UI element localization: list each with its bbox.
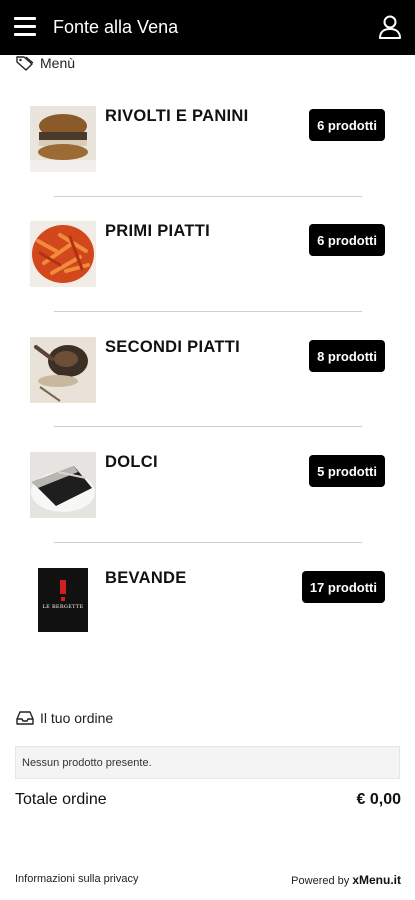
category-count-badge[interactable]: 6 prodotti — [309, 109, 385, 141]
privacy-link[interactable]: Informazioni sulla privacy — [15, 873, 139, 887]
category-row-bevande[interactable]: LE BERGETTE BEVANDE 17 prodotti — [0, 568, 415, 683]
category-row-secondi-piatti[interactable]: SECONDI PIATTI 8 prodotti — [0, 337, 415, 452]
menu-section-header: Menù — [15, 55, 75, 71]
cake-photo — [30, 452, 96, 518]
category-name: SECONDI PIATTI — [105, 338, 240, 356]
category-name: PRIMI PIATTI — [105, 222, 211, 240]
inbox-icon — [16, 711, 34, 725]
roast-meat-photo — [30, 337, 96, 403]
category-row-dolci[interactable]: DOLCI 5 prodotti — [0, 452, 415, 567]
app-title: Fonte alla Vena — [53, 17, 179, 37]
category-row-rivolti-e-panini[interactable]: RIVOLTI E PANINI 6 prodotti — [0, 106, 415, 221]
divider — [54, 426, 362, 427]
wine-label-text: LE BERGETTE — [42, 604, 84, 610]
order-total-row: Totale ordine € 0,00 — [15, 791, 401, 809]
powered-by-label: Powered by — [291, 875, 350, 887]
category-name: DOLCI — [105, 453, 158, 471]
order-empty-message: Nessun prodotto presente. — [15, 746, 400, 779]
category-name: RIVOLTI E PANINI — [105, 107, 249, 125]
divider — [54, 311, 362, 312]
order-total-value: € 0,00 — [356, 791, 401, 808]
divider — [54, 542, 362, 543]
category-name: BEVANDE — [105, 569, 187, 587]
category-count-badge[interactable]: 8 prodotti — [309, 340, 385, 372]
burger-photo — [30, 106, 96, 172]
top-bar: Fonte alla Vena — [0, 0, 415, 55]
powered-by: Powered by xMenu.it — [291, 873, 401, 887]
order-total-label: Totale ordine — [15, 791, 107, 808]
category-count-badge[interactable]: 17 prodotti — [301, 571, 385, 603]
pasta-photo — [30, 221, 96, 287]
category-count-badge[interactable]: 6 prodotti — [309, 224, 385, 256]
divider — [54, 196, 362, 197]
tag-icon — [16, 56, 34, 71]
hamburger-icon[interactable] — [14, 17, 36, 37]
order-section-label: Il tuo ordine — [40, 710, 114, 726]
category-count-badge[interactable]: 5 prodotti — [309, 455, 385, 487]
footer: Informazioni sulla privacy Powered by xM… — [15, 873, 401, 887]
wine-label-photo: LE BERGETTE — [30, 568, 96, 634]
order-section-header: Il tuo ordine — [15, 710, 113, 726]
category-row-primi-piatti[interactable]: PRIMI PIATTI 6 prodotti — [0, 221, 415, 336]
menu-section-label: Menù — [40, 55, 76, 71]
powered-by-brand-link[interactable]: xMenu.it — [352, 873, 401, 887]
user-icon[interactable] — [377, 14, 403, 40]
